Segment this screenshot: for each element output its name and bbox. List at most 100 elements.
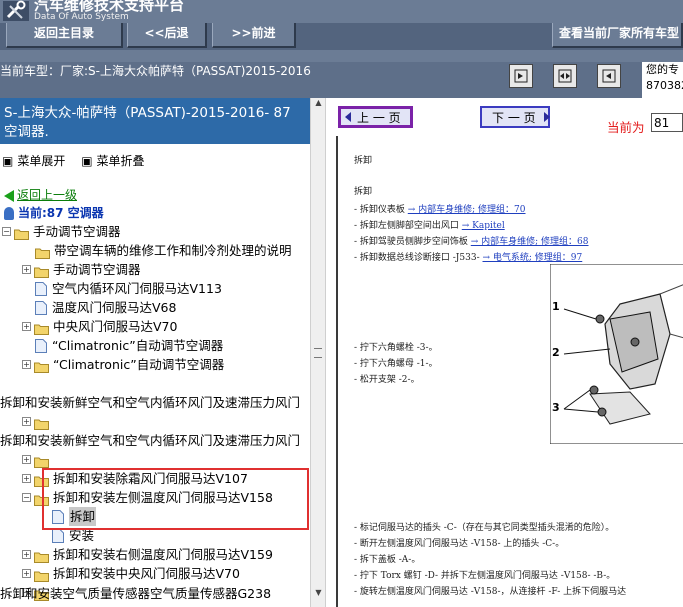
folder-icon [34,359,49,373]
collapse-toggle-icon[interactable]: − [22,493,31,502]
main-menu-button[interactable]: 返回主目录 [6,23,123,48]
expand-toggle-icon[interactable]: + [22,569,31,578]
servo-motor-diagram: 1 2 3 [549,263,683,445]
tree-item[interactable]: “Climatronic”自动调节空调器 [35,336,223,355]
doc-step: - 拆下盖板 -A-。 [354,555,421,565]
tree-item[interactable]: 空气内循环风门伺服马达V113 [35,279,222,298]
folder-icon [34,454,49,468]
document-view: 拆卸 拆卸 - 拆卸仪表板 → 内部车身维修; 修理组：70 - 拆卸左侧脚部空… [336,136,683,607]
person-icon [4,207,14,220]
single-panel-icon[interactable] [509,64,533,88]
tree-item-label: 手动调节空调器 [53,262,141,277]
folder-icon [34,264,49,278]
document-icon [35,300,47,315]
expand-toggle-icon[interactable]: + [22,265,31,274]
tree-item-label: “Climatronic”自动调节空调器 [53,357,225,372]
navigation-tree-panel: S-上海大众-帕萨特（PASSAT)-2015-2016- 87 空调器. ▣ 菜… [0,98,310,607]
tree-item-label: 温度风门伺服马达V68 [52,300,177,315]
tree-item[interactable]: 带空调车辆的维修工作和制冷剂处理的说明 [35,241,292,260]
doc-link[interactable]: → Kapitel [462,221,505,231]
doc-step: - 拆卸数据总线诊断接口 -J533- → 电气系统; 修理组：97 [354,250,582,263]
scroll-up-icon[interactable]: ▲ [312,98,325,114]
tree-item-label: 手动调节空调器 [33,224,121,239]
triangle-right-icon [543,112,550,122]
expand-toggle-icon[interactable]: + [22,550,31,559]
previous-page-button[interactable]: 上 一 页 [338,106,413,128]
document-icon [35,338,47,353]
tree-item-label: 拆卸和安装右侧温度风门伺服马达V159 [53,547,273,562]
expand-toggle-icon[interactable]: + [22,455,31,464]
doc-link[interactable]: → 电气系统; 修理组：97 [483,253,583,263]
folder-icon [34,416,49,430]
previous-page-label: 上 一 页 [357,110,401,125]
back-up-link[interactable]: 返回上一级 [4,186,77,203]
tree-item-label: “Climatronic”自动调节空调器 [52,338,224,353]
panel-scrollbar[interactable]: ▲ ▼ [310,98,326,607]
tree-item[interactable]: 温度风门伺服马达V68 [35,298,176,317]
doc-step: - 标记伺服马达的插头 -C-（存在与其它同类型插头混淆的危险）。 [354,523,615,533]
page-toolbar: 上 一 页 下 一 页 当前为 [326,98,683,136]
back-up-label: 返回上一级 [17,188,78,202]
next-page-button[interactable]: 下 一 页 [480,106,550,128]
expand-toggle-icon[interactable]: + [22,322,31,331]
diagram-label: 1 [552,300,560,313]
panel-header: S-上海大众-帕萨特（PASSAT)-2015-2016- 87 空调器. [0,98,310,144]
split-panel-icon[interactable] [553,64,577,88]
menu-collapse-link[interactable]: 菜单折叠 [97,154,145,168]
arrow-left-icon [4,189,14,202]
doc-link[interactable]: → 内部车身维修; 修理组：68 [471,237,589,247]
scroll-grip[interactable] [314,348,322,358]
tree-item[interactable]: + [22,412,53,431]
collapse-toggle-icon[interactable]: − [2,227,11,236]
diagram-label: 3 [552,401,560,414]
tree-item-label: 拆卸和安装空气质量传感器空气质量传感器G238 [0,586,272,601]
tree-item[interactable]: 拆卸和安装新鲜空气和空气内循环风门及速滞压力风门 [0,393,300,412]
doc-step: - 拆卸仪表板 → 内部车身维修; 修理组：70 [354,202,526,215]
doc-step: - 拧下六角螺母 -1-。 [354,359,438,369]
tree-item-label: 带空调车辆的维修工作和制冷剂处理的说明 [54,243,292,258]
doc-step: - 旋转左侧温度风门伺服马达 -V158-，从连接杆 -F- 上拆下伺服马达 [354,587,627,597]
forward-button[interactable]: >>前进 [212,23,296,48]
user-info-line2: 870382 [646,79,683,92]
tree-item[interactable]: + [22,450,53,469]
tree-item[interactable]: − 手动调节空调器 [2,222,121,241]
wrench-logo-icon [2,0,30,22]
content-panel: 上 一 页 下 一 页 当前为 拆卸 拆卸 - 拆卸仪表板 → 内部车身维修; … [326,98,683,607]
tree-item[interactable]: + 中央风门伺服马达V70 [22,317,177,336]
tree-item[interactable]: + “Climatronic”自动调节空调器 [22,355,224,374]
folder-icon [34,321,49,335]
doc-step-text: - 拆卸左侧脚部空间出风口 [354,221,462,231]
tree-item[interactable]: + 拆卸和安装右侧温度风门伺服马达V159 [22,545,273,564]
vendor-all-models-button[interactable]: 查看当前厂家所有车型 [552,23,683,48]
current-page-label: 当前为 [607,120,645,135]
document-icon [52,528,64,543]
folder-icon [34,568,49,582]
folder-icon [14,226,29,240]
back-button[interactable]: <<后退 [127,23,207,48]
tree-item[interactable]: + 拆卸和安装中央风门伺服马达V70 [22,564,240,583]
doc-step: - 断开左侧温度风门伺服马达 -V158- 上的插头 -C-。 [354,539,565,549]
current-node-label: 当前:87 空调器 [18,206,104,220]
doc-step: - 拧下 Torx 螺钉 -D- 并拆下左侧温度风门伺服马达 -V158- -B… [354,571,616,581]
doc-link[interactable]: → 内部车身维修; 修理组：70 [408,205,526,215]
tree-item[interactable]: 拆卸和安装新鲜空气和空气内循环风门及速滞压力风门 [0,431,300,450]
doc-step: - 拆卸驾驶员侧脚步空间饰板 → 内部车身维修; 修理组：68 [354,234,589,247]
expand-toggle-icon[interactable]: + [22,360,31,369]
expand-icon: ▣ [2,154,14,168]
tree-item[interactable]: 拆卸和安装空气质量传感器空气质量传感器G238 [0,584,310,603]
scroll-down-icon[interactable]: ▼ [312,588,325,604]
diagram-label: 2 [552,346,560,359]
menu-expand-link[interactable]: 菜单展开 [17,154,65,168]
doc-heading: 拆卸 [354,156,373,166]
tree-item[interactable]: + 手动调节空调器 [22,260,141,279]
folder-icon [35,245,50,259]
expand-toggle-icon[interactable]: + [22,417,31,426]
current-model-text: 当前车型：厂家:S-上海大众帕萨特（PASSAT)2015-2016 [0,64,311,78]
collapse-panel-icon[interactable] [597,64,621,88]
doc-step-text: - 拆卸数据总线诊断接口 -J533- [354,253,483,263]
app-header: 汽车维修技术支持平台 Data Of Auto System 返回主目录 <<后… [0,0,683,62]
tree-item-label: 拆卸和安装新鲜空气和空气内循环风门及速滞压力风门 [0,433,301,448]
highlight-box [42,468,309,530]
page-number-input[interactable] [651,113,683,132]
expand-toggle-icon[interactable]: + [22,474,31,483]
